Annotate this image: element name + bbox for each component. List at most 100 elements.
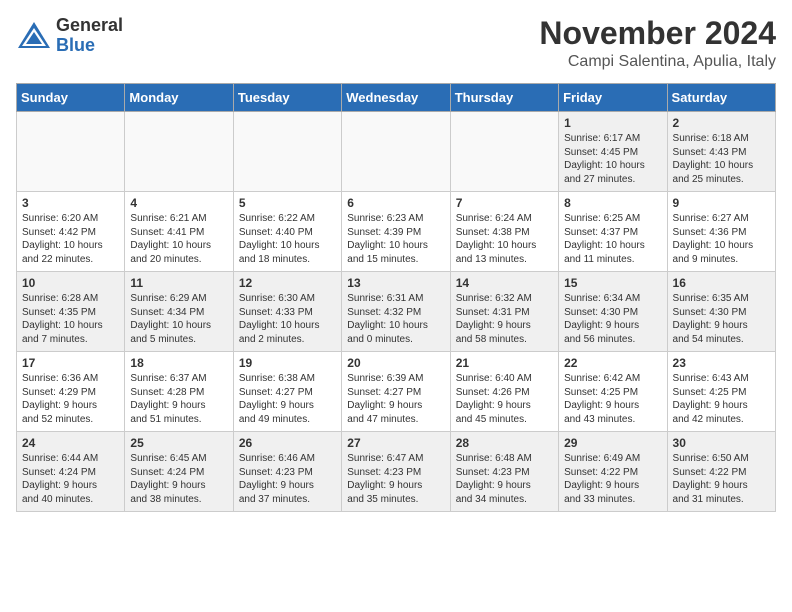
cell-text: Sunrise: 6:45 AMSunset: 4:24 PMDaylight:… <box>130 452 227 506</box>
cell-text: Sunrise: 6:47 AMSunset: 4:23 PMDaylight:… <box>347 452 444 506</box>
logo-text: General Blue <box>56 16 123 56</box>
calendar-cell: 2Sunrise: 6:18 AMSunset: 4:43 PMDaylight… <box>667 112 775 192</box>
cell-text: Sunrise: 6:17 AMSunset: 4:45 PMDaylight:… <box>564 132 661 186</box>
day-number: 9 <box>673 196 770 210</box>
day-header-thursday: Thursday <box>450 84 558 112</box>
day-number: 18 <box>130 356 227 370</box>
calendar-cell: 7 Sunrise: 6:24 AMSunset: 4:38 PMDaylight… <box>450 192 558 272</box>
cell-text: Sunrise: 6:42 AMSunset: 4:25 PMDaylight:… <box>564 372 661 426</box>
day-number: 17 <box>22 356 119 370</box>
title-section: November 2024 Campi Salentina, Apulia, I… <box>539 16 776 71</box>
calendar-cell <box>17 112 125 192</box>
cell-text: Sunrise: 6:25 AMSunset: 4:37 PMDaylight:… <box>564 212 661 266</box>
cell-text: Sunrise: 6:31 AMSunset: 4:32 PMDaylight:… <box>347 292 444 346</box>
cell-text: Sunrise: 6:46 AMSunset: 4:23 PMDaylight:… <box>239 452 336 506</box>
day-number: 11 <box>130 276 227 290</box>
day-header-sunday: Sunday <box>17 84 125 112</box>
day-number: 24 <box>22 436 119 450</box>
calendar-cell: 11Sunrise: 6:29 AMSunset: 4:34 PMDayligh… <box>125 272 233 352</box>
calendar-week-row: 24 Sunrise: 6:44 AMSunset: 4:24 PMDayligh… <box>17 432 776 512</box>
day-number: 16 <box>673 276 770 290</box>
calendar-cell <box>450 112 558 192</box>
day-number: 27 <box>347 436 444 450</box>
day-number: 22 <box>564 356 661 370</box>
calendar-cell: 26 Sunrise: 6:46 AMSunset: 4:23 PMDayligh… <box>233 432 341 512</box>
day-number: 8 <box>564 196 661 210</box>
day-number: 26 <box>239 436 336 450</box>
cell-text: Sunrise: 6:40 AMSunset: 4:26 PMDaylight:… <box>456 372 553 426</box>
day-number: 21 <box>456 356 553 370</box>
cell-text: Sunrise: 6:35 AMSunset: 4:30 PMDaylight:… <box>673 292 770 346</box>
logo: General Blue <box>16 16 123 56</box>
day-number: 19 <box>239 356 336 370</box>
calendar-cell: 17 Sunrise: 6:36 AMSunset: 4:29 PMDayligh… <box>17 352 125 432</box>
calendar-cell: 25 Sunrise: 6:45 AMSunset: 4:24 PMDayligh… <box>125 432 233 512</box>
day-number: 4 <box>130 196 227 210</box>
day-number: 20 <box>347 356 444 370</box>
cell-text: Sunrise: 6:36 AMSunset: 4:29 PMDaylight:… <box>22 372 119 426</box>
calendar-cell: 13 Sunrise: 6:31 AMSunset: 4:32 PMDayligh… <box>342 272 450 352</box>
calendar-cell: 14 Sunrise: 6:32 AMSunset: 4:31 PMDayligh… <box>450 272 558 352</box>
calendar-week-row: 17 Sunrise: 6:36 AMSunset: 4:29 PMDayligh… <box>17 352 776 432</box>
page-header: General Blue November 2024 Campi Salenti… <box>16 16 776 71</box>
cell-text: Sunrise: 6:44 AMSunset: 4:24 PMDaylight:… <box>22 452 119 506</box>
calendar-cell: 4 Sunrise: 6:21 AMSunset: 4:41 PMDaylight… <box>125 192 233 272</box>
day-header-friday: Friday <box>559 84 667 112</box>
cell-text: Sunrise: 6:34 AMSunset: 4:30 PMDaylight:… <box>564 292 661 346</box>
day-number: 23 <box>673 356 770 370</box>
day-number: 29 <box>564 436 661 450</box>
calendar-cell: 24 Sunrise: 6:44 AMSunset: 4:24 PMDayligh… <box>17 432 125 512</box>
calendar-cell <box>125 112 233 192</box>
calendar-week-row: 10Sunrise: 6:28 AMSunset: 4:35 PMDayligh… <box>17 272 776 352</box>
cell-text: Sunrise: 6:32 AMSunset: 4:31 PMDaylight:… <box>456 292 553 346</box>
cell-text: Sunrise: 6:39 AMSunset: 4:27 PMDaylight:… <box>347 372 444 426</box>
cell-text: Sunrise: 6:20 AMSunset: 4:42 PMDaylight:… <box>22 212 119 266</box>
cell-text: Sunrise: 6:43 AMSunset: 4:25 PMDaylight:… <box>673 372 770 426</box>
logo-icon <box>16 18 52 54</box>
calendar-week-row: 3 Sunrise: 6:20 AMSunset: 4:42 PMDaylight… <box>17 192 776 272</box>
day-header-monday: Monday <box>125 84 233 112</box>
day-number: 6 <box>347 196 444 210</box>
calendar-cell: 1 Sunrise: 6:17 AMSunset: 4:45 PMDaylight… <box>559 112 667 192</box>
day-number: 13 <box>347 276 444 290</box>
cell-text: Sunrise: 6:38 AMSunset: 4:27 PMDaylight:… <box>239 372 336 426</box>
cell-text: Sunrise: 6:18 AMSunset: 4:43 PMDaylight:… <box>673 132 770 186</box>
cell-text: Sunrise: 6:48 AMSunset: 4:23 PMDaylight:… <box>456 452 553 506</box>
calendar-cell: 9Sunrise: 6:27 AMSunset: 4:36 PMDaylight… <box>667 192 775 272</box>
day-number: 1 <box>564 116 661 130</box>
cell-text: Sunrise: 6:21 AMSunset: 4:41 PMDaylight:… <box>130 212 227 266</box>
calendar-cell: 29 Sunrise: 6:49 AMSunset: 4:22 PMDayligh… <box>559 432 667 512</box>
calendar-table: SundayMondayTuesdayWednesdayThursdayFrid… <box>16 83 776 512</box>
logo-general-text: General <box>56 16 123 36</box>
cell-text: Sunrise: 6:24 AMSunset: 4:38 PMDaylight:… <box>456 212 553 266</box>
day-number: 25 <box>130 436 227 450</box>
location-subtitle: Campi Salentina, Apulia, Italy <box>539 53 776 71</box>
calendar-cell: 19 Sunrise: 6:38 AMSunset: 4:27 PMDayligh… <box>233 352 341 432</box>
calendar-week-row: 1 Sunrise: 6:17 AMSunset: 4:45 PMDaylight… <box>17 112 776 192</box>
calendar-cell: 20 Sunrise: 6:39 AMSunset: 4:27 PMDayligh… <box>342 352 450 432</box>
day-number: 7 <box>456 196 553 210</box>
day-number: 3 <box>22 196 119 210</box>
cell-text: Sunrise: 6:23 AMSunset: 4:39 PMDaylight:… <box>347 212 444 266</box>
calendar-cell: 12Sunrise: 6:30 AMSunset: 4:33 PMDayligh… <box>233 272 341 352</box>
calendar-cell: 8 Sunrise: 6:25 AMSunset: 4:37 PMDaylight… <box>559 192 667 272</box>
day-header-saturday: Saturday <box>667 84 775 112</box>
day-number: 30 <box>673 436 770 450</box>
cell-text: Sunrise: 6:49 AMSunset: 4:22 PMDaylight:… <box>564 452 661 506</box>
cell-text: Sunrise: 6:22 AMSunset: 4:40 PMDaylight:… <box>239 212 336 266</box>
day-number: 14 <box>456 276 553 290</box>
cell-text: Sunrise: 6:37 AMSunset: 4:28 PMDaylight:… <box>130 372 227 426</box>
logo-blue-text: Blue <box>56 36 123 56</box>
month-year-title: November 2024 <box>539 16 776 51</box>
calendar-cell: 16 Sunrise: 6:35 AMSunset: 4:30 PMDayligh… <box>667 272 775 352</box>
day-number: 15 <box>564 276 661 290</box>
cell-text: Sunrise: 6:30 AMSunset: 4:33 PMDaylight:… <box>239 292 336 346</box>
day-header-tuesday: Tuesday <box>233 84 341 112</box>
calendar-cell: 6 Sunrise: 6:23 AMSunset: 4:39 PMDaylight… <box>342 192 450 272</box>
calendar-cell: 18 Sunrise: 6:37 AMSunset: 4:28 PMDayligh… <box>125 352 233 432</box>
day-header-wednesday: Wednesday <box>342 84 450 112</box>
calendar-cell: 30Sunrise: 6:50 AMSunset: 4:22 PMDayligh… <box>667 432 775 512</box>
day-number: 5 <box>239 196 336 210</box>
calendar-cell: 21 Sunrise: 6:40 AMSunset: 4:26 PMDayligh… <box>450 352 558 432</box>
day-number: 10 <box>22 276 119 290</box>
